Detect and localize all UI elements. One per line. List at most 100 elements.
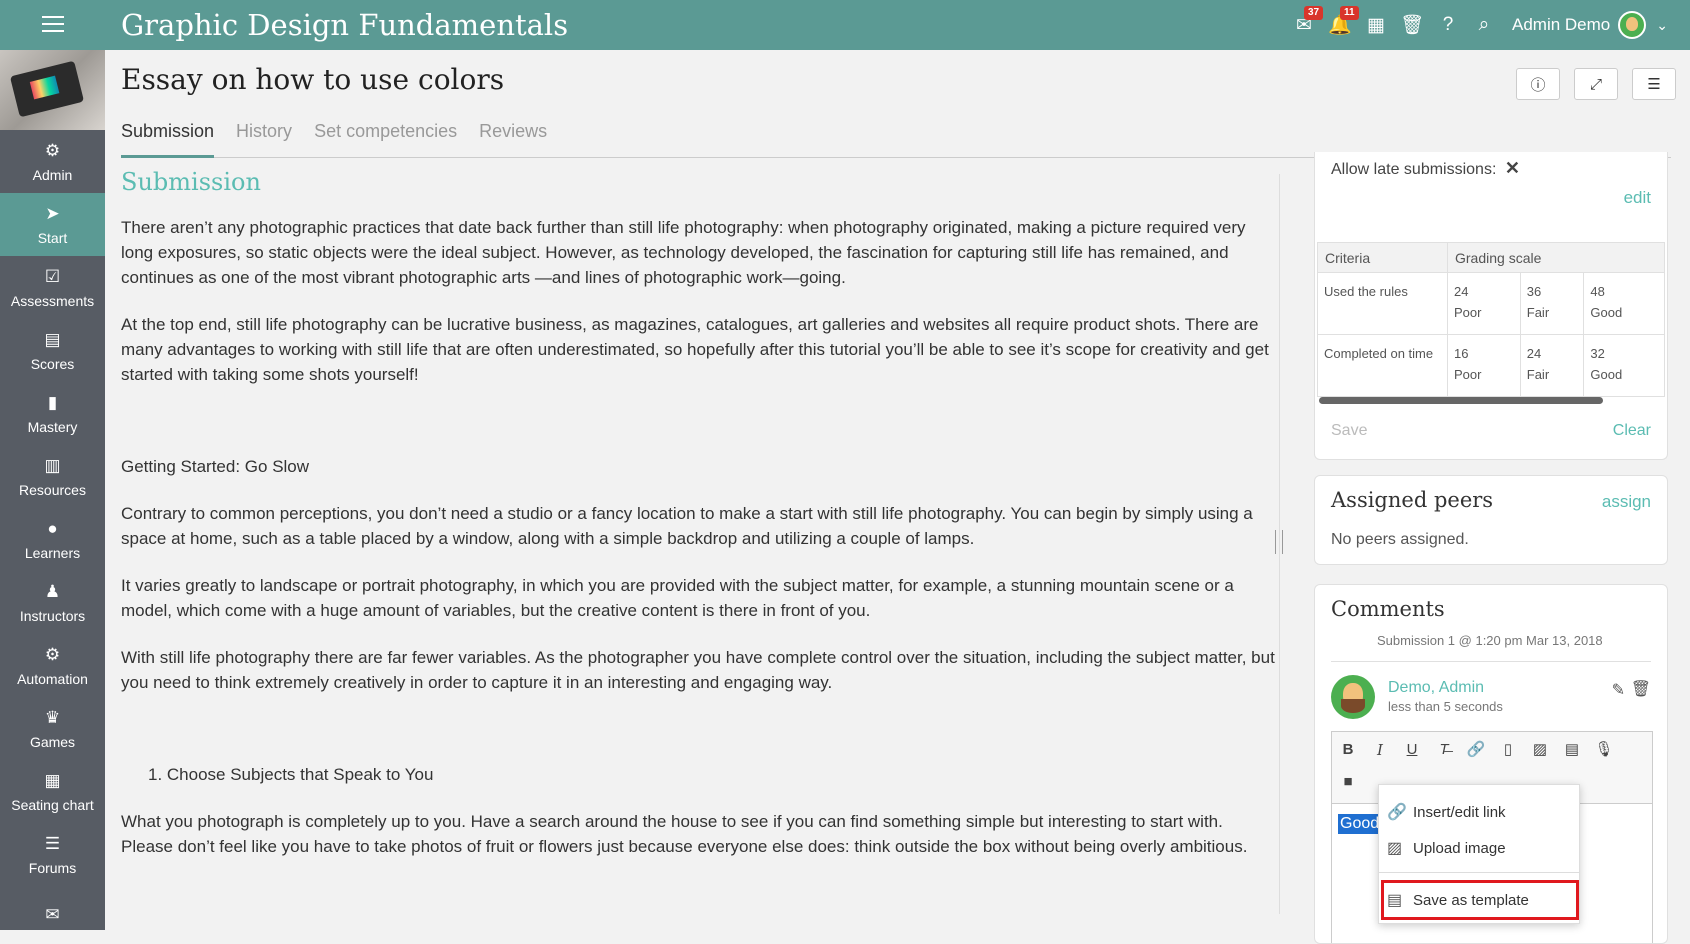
info-button[interactable]: ⓘ [1516, 68, 1560, 100]
edit-link[interactable]: edit [1624, 188, 1651, 208]
expand-icon: ⤢ [1589, 75, 1602, 93]
empty-state: No peers assigned. [1331, 531, 1469, 548]
template-icon[interactable]: ▤ [1560, 738, 1584, 762]
save-button[interactable]: Save [1331, 422, 1367, 440]
navigation-arrow-icon: ➤ [45, 203, 60, 223]
grade-label: Good [1590, 367, 1623, 382]
user-name[interactable]: Admin Demo [1512, 15, 1610, 35]
criteria-cell: Completed on time [1317, 334, 1448, 397]
underline-icon[interactable]: U [1400, 738, 1424, 762]
list-item: 1. Choose Subjects that Speak to You [148, 765, 434, 784]
clear-format-icon[interactable]: T̶ [1432, 738, 1456, 762]
grade-cell[interactable]: 24 Fair [1519, 334, 1585, 397]
sidebar-item-mastery[interactable]: ▮ Mastery [0, 382, 105, 445]
sidebar-item-games[interactable]: ♛ Games [0, 697, 105, 760]
section-title: Submission [121, 168, 261, 196]
trash-icon[interactable]: 🗑 [1631, 679, 1651, 699]
sidebar-item-seating-chart[interactable]: ▦ Seating chart [0, 760, 105, 823]
fullscreen-button[interactable]: ⤢ [1574, 68, 1618, 100]
comment-author[interactable]: Demo, Admin [1388, 679, 1484, 697]
hamburger-menu-icon[interactable] [42, 16, 64, 34]
tab-set-competencies[interactable]: Set competencies [314, 116, 457, 158]
grade-cell[interactable]: 48 Good [1583, 272, 1665, 335]
course-thumbnail[interactable] [0, 50, 105, 130]
avatar[interactable] [1618, 11, 1647, 39]
sidebar-item-label: Assessments [10, 292, 95, 309]
paragraph: With still life photography there are fa… [121, 648, 1275, 692]
menu-item-insert-link[interactable]: 🔗 Insert/edit link [1379, 795, 1579, 829]
sidebar-item-forums[interactable]: ☰ Forums [0, 823, 105, 886]
sidebar-item-admin[interactable]: ⚙ Admin [0, 130, 105, 193]
menu-item-upload-image[interactable]: ▨ Upload image [1379, 831, 1579, 865]
sidebar-item-automation[interactable]: ⚙ Automation [0, 634, 105, 697]
page-title: Essay on how to use colors [121, 63, 505, 96]
grade-cell[interactable]: 36 Fair [1519, 272, 1585, 335]
assign-link[interactable]: assign [1602, 492, 1651, 512]
menu-button[interactable]: ☰ [1632, 68, 1676, 100]
paragraph: What you photograph is completely up to … [121, 812, 1248, 856]
chat-icon: ✉ [45, 904, 60, 924]
tab-reviews[interactable]: Reviews [479, 116, 547, 158]
resize-handle[interactable] [1275, 530, 1283, 554]
sidebar-item-assessments[interactable]: ☑ Assessments [0, 256, 105, 319]
close-icon: ✕ [1504, 158, 1520, 178]
search-icon[interactable]: ⌕ [1466, 0, 1502, 50]
table-row: Completed on time 16 Poor 24 Fair 32 Good [1317, 334, 1665, 397]
rubric-table: Criteria Grading scale Used the rules 24… [1317, 242, 1665, 397]
sidebar-item-scores[interactable]: ▤ Scores [0, 319, 105, 382]
tab-submission[interactable]: Submission [121, 116, 215, 158]
sidebar-item-chat[interactable]: ✉ [0, 886, 105, 930]
top-bar: Graphic Design Fundamentals ✉ 37 🔔 11 ▦ 🗑 … [0, 0, 1690, 50]
link-icon[interactable]: 🔗 [1464, 738, 1488, 762]
horizontal-scrollbar[interactable] [1319, 397, 1603, 404]
microphone-icon[interactable]: 🎙 [1592, 738, 1616, 762]
notifications-icon[interactable]: 🔔 11 [1322, 0, 1359, 50]
grade-cell[interactable]: 16 Poor [1447, 334, 1521, 397]
video-icon[interactable]: ■ [1336, 770, 1360, 794]
clear-button[interactable]: Clear [1613, 422, 1651, 440]
paragraph: At the top end, still life photography c… [121, 315, 1269, 384]
grade-cell[interactable]: 24 Poor [1447, 272, 1521, 335]
chevron-down-icon[interactable]: ⌄ [1656, 17, 1668, 34]
help-icon[interactable]: ? [1430, 0, 1466, 50]
column-header: Criteria [1317, 242, 1448, 273]
sidebar-item-label: Seating chart [11, 796, 94, 813]
messages-icon[interactable]: ✉ 37 [1286, 0, 1324, 50]
course-title[interactable]: Graphic Design Fundamentals [121, 8, 568, 42]
sidebar-item-resources[interactable]: ▥ Resources [0, 445, 105, 508]
paragraph: It varies greatly to landscape or portra… [121, 576, 1234, 620]
tab-history[interactable]: History [236, 116, 292, 158]
italic-icon[interactable]: I [1368, 738, 1392, 762]
header-buttons: ⓘ ⤢ ☰ [1516, 68, 1676, 100]
image-icon: ▨ [1387, 840, 1403, 857]
image-icon[interactable]: ▨ [1528, 738, 1552, 762]
pencil-icon[interactable]: ✎ [1612, 680, 1625, 700]
document-icon[interactable]: ▯ [1496, 738, 1520, 762]
sidebar: ⚙ Admin ➤ Start ☑ Assessments ▤ Scores ▮ Mast… [0, 50, 105, 930]
sidebar-item-learners[interactable]: ● Learners [0, 508, 105, 571]
sidebar-item-start[interactable]: ➤ Start [0, 193, 105, 256]
trophy-icon: ♛ [44, 707, 61, 727]
avatar [1331, 675, 1375, 719]
info-icon: ⓘ [1530, 76, 1546, 94]
grade-label: Fair [1526, 305, 1550, 320]
late-label: Allow late submissions: [1331, 161, 1497, 178]
link-icon: 🔗 [1387, 804, 1407, 821]
grade-label: Good [1590, 305, 1623, 320]
calendar-icon[interactable]: ▦ [1358, 0, 1394, 50]
context-menu: 🔗 Insert/edit link ▨ Upload image ▤ Save as… [1378, 784, 1580, 924]
card-title: Comments [1331, 597, 1445, 621]
grade-cell[interactable]: 32 Good [1583, 334, 1665, 397]
sidebar-item-label: Mastery [27, 418, 78, 435]
grade-points: 16 [1454, 346, 1469, 361]
trash-icon[interactable]: 🗑 [1394, 0, 1430, 50]
messages-badge: 37 [1304, 6, 1324, 20]
gears-icon: ⚙ [44, 644, 61, 664]
instructor-icon: ♟ [44, 581, 61, 601]
bold-icon[interactable]: B [1336, 738, 1360, 762]
bar-chart-icon: ▮ [47, 392, 58, 412]
sidebar-item-instructors[interactable]: ♟ Instructors [0, 571, 105, 634]
person-icon: ● [47, 518, 58, 538]
selected-text[interactable]: Good [1338, 814, 1382, 834]
card-title: Assigned peers [1331, 488, 1494, 512]
